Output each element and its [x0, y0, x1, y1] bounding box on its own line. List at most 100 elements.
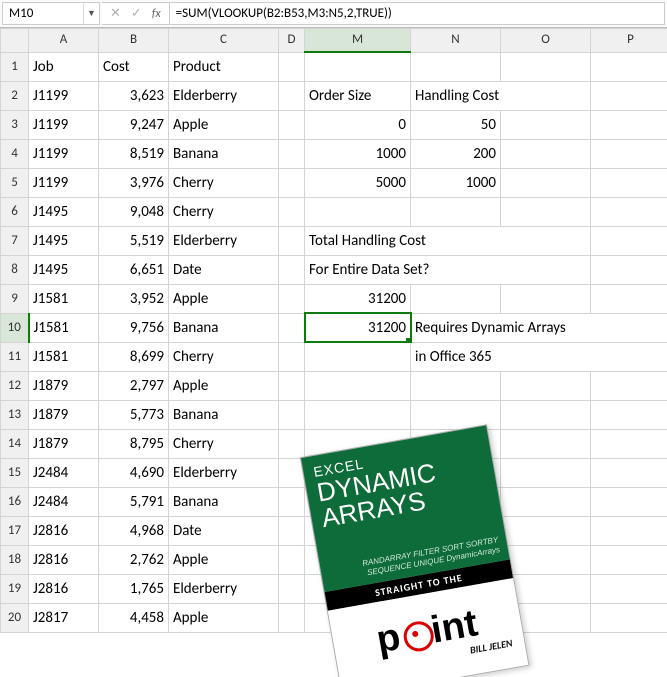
cell[interactable] [591, 52, 667, 81]
row-header[interactable]: 15 [1, 458, 29, 487]
cell[interactable]: Apple [169, 284, 279, 313]
cell[interactable]: Cherry [169, 429, 279, 458]
cell[interactable]: J1199 [29, 110, 99, 139]
row-header[interactable]: 11 [1, 342, 29, 371]
cell[interactable] [279, 429, 305, 458]
cell[interactable] [411, 284, 501, 313]
cell[interactable] [591, 458, 667, 487]
fx-icon[interactable]: fx [152, 7, 161, 21]
cell[interactable]: Banana [169, 400, 279, 429]
cell[interactable]: Total Handling Cost [305, 226, 591, 255]
formula-input[interactable]: =SUM(VLOOKUP(B2:B53,M3:N5,2,TRUE)) [170, 2, 665, 25]
cell[interactable]: Apple [169, 603, 279, 632]
cell[interactable]: Date [169, 516, 279, 545]
cell[interactable] [279, 603, 305, 632]
col-header-P[interactable]: P [591, 29, 667, 53]
row-header[interactable]: 3 [1, 110, 29, 139]
cell[interactable]: Cherry [169, 197, 279, 226]
row-header[interactable]: 16 [1, 487, 29, 516]
cell[interactable]: J1581 [29, 284, 99, 313]
row-header[interactable]: 4 [1, 139, 29, 168]
cell[interactable]: 4,458 [99, 603, 169, 632]
cell[interactable] [501, 458, 591, 487]
cell[interactable] [279, 545, 305, 574]
cell[interactable]: Date [169, 255, 279, 284]
cell[interactable] [501, 487, 591, 516]
cell[interactable]: Elderberry [169, 458, 279, 487]
cell[interactable] [411, 371, 501, 400]
confirm-button[interactable]: ✓ [131, 6, 142, 21]
cell[interactable] [591, 516, 667, 545]
cell[interactable]: J1199 [29, 81, 99, 110]
cell[interactable] [279, 110, 305, 139]
cell[interactable] [591, 400, 667, 429]
cell[interactable] [305, 429, 411, 458]
cell[interactable] [305, 487, 411, 516]
cell[interactable]: 5,791 [99, 487, 169, 516]
cell[interactable] [411, 516, 501, 545]
cell[interactable]: J1199 [29, 168, 99, 197]
col-header-N[interactable]: N [411, 29, 501, 53]
cell[interactable]: in Office 365 [411, 342, 667, 371]
cell[interactable]: Requires Dynamic Arrays [411, 313, 667, 342]
cell[interactable] [591, 110, 667, 139]
cell[interactable] [411, 197, 501, 226]
cell[interactable]: Apple [169, 110, 279, 139]
cell[interactable]: Banana [169, 313, 279, 342]
cell[interactable] [411, 574, 501, 603]
cell[interactable]: Elderberry [169, 226, 279, 255]
cell[interactable]: 8,795 [99, 429, 169, 458]
cell[interactable] [411, 458, 501, 487]
cell[interactable]: Banana [169, 487, 279, 516]
cell[interactable] [501, 429, 591, 458]
cell[interactable] [501, 603, 591, 632]
cell[interactable]: 1000 [305, 139, 411, 168]
row-header[interactable]: 1 [1, 52, 29, 81]
cell[interactable] [591, 487, 667, 516]
name-box-dropdown-icon[interactable]: ▼ [83, 3, 99, 24]
cancel-button[interactable]: ✕ [110, 6, 121, 21]
cell[interactable]: 5,773 [99, 400, 169, 429]
cell[interactable]: For Entire Data Set? [305, 255, 591, 284]
cell[interactable] [591, 139, 667, 168]
select-all-corner[interactable] [1, 29, 29, 53]
cell[interactable]: Handling Cost [411, 81, 591, 110]
cell[interactable]: J1879 [29, 429, 99, 458]
cell[interactable]: J2484 [29, 487, 99, 516]
cell[interactable]: Cherry [169, 168, 279, 197]
cell[interactable] [279, 255, 305, 284]
cell[interactable] [411, 52, 501, 81]
cell[interactable]: J1495 [29, 255, 99, 284]
col-header-A[interactable]: A [29, 29, 99, 53]
cell[interactable] [279, 197, 305, 226]
cell[interactable]: 3,952 [99, 284, 169, 313]
cell[interactable] [279, 400, 305, 429]
cell[interactable]: Product [169, 52, 279, 81]
row-header[interactable]: 9 [1, 284, 29, 313]
cell[interactable] [591, 284, 667, 313]
row-header[interactable]: 8 [1, 255, 29, 284]
cell[interactable]: J1495 [29, 197, 99, 226]
cell[interactable]: 3,623 [99, 81, 169, 110]
cell[interactable]: 1,765 [99, 574, 169, 603]
cell[interactable] [501, 197, 591, 226]
col-header-O[interactable]: O [501, 29, 591, 53]
cell[interactable]: 31200 [305, 284, 411, 313]
cell[interactable]: Order Size [305, 81, 411, 110]
cell[interactable] [305, 516, 411, 545]
cell[interactable]: Job [29, 52, 99, 81]
cell[interactable]: J1495 [29, 226, 99, 255]
grid[interactable]: A B C D M N O P 1 Job Cost Product 2 J11… [0, 28, 667, 633]
cell[interactable] [411, 400, 501, 429]
cell[interactable] [279, 168, 305, 197]
cell[interactable] [279, 139, 305, 168]
row-header[interactable]: 7 [1, 226, 29, 255]
cell[interactable] [305, 400, 411, 429]
cell[interactable] [501, 545, 591, 574]
cell[interactable] [279, 313, 305, 342]
cell[interactable]: Cherry [169, 342, 279, 371]
cell[interactable] [501, 284, 591, 313]
cell[interactable]: Cost [99, 52, 169, 81]
cell[interactable] [279, 342, 305, 371]
row-header[interactable]: 20 [1, 603, 29, 632]
